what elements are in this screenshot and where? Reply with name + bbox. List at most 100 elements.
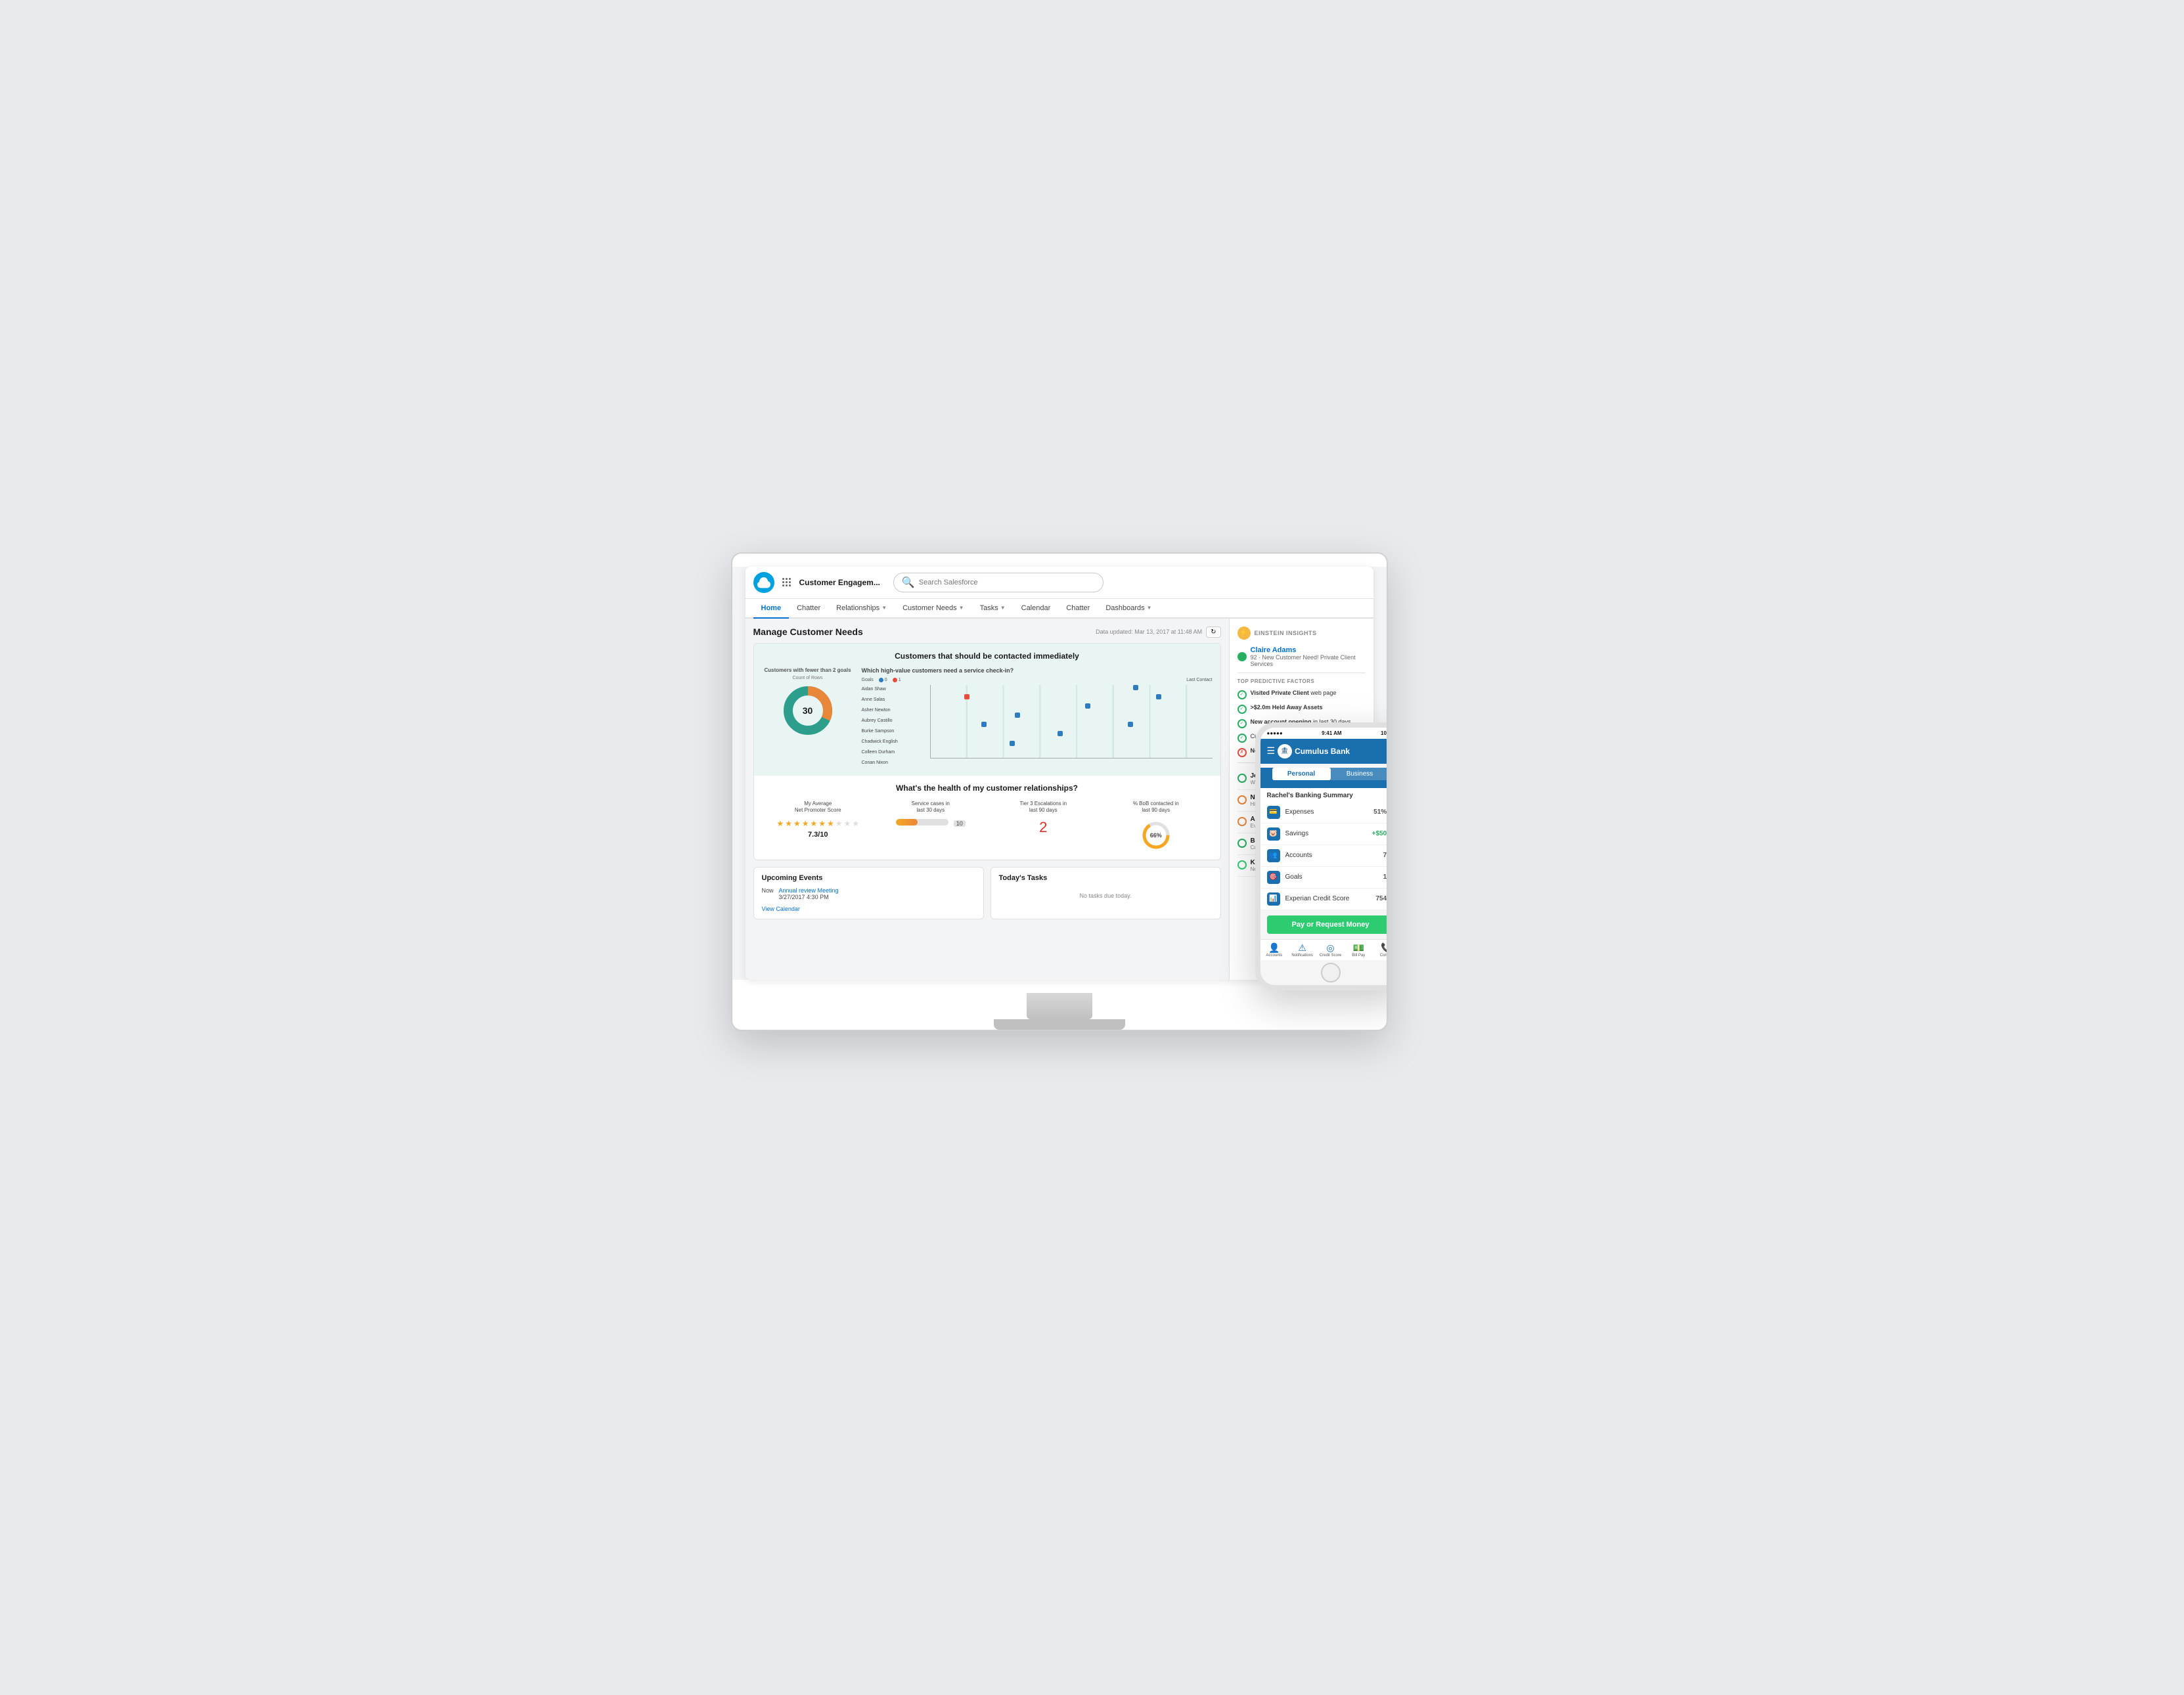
nps-value: 7.3/10 xyxy=(762,831,875,839)
scatter-name-6: Chadwick English xyxy=(862,737,927,747)
contact-nav-icon: 📞 xyxy=(1373,942,1388,954)
phone-nav-credit-score[interactable]: ◎ Credit Score xyxy=(1316,942,1345,958)
tasks-dropdown-arrow: ▼ xyxy=(1000,605,1006,611)
service-cases-value: 10 xyxy=(954,820,966,827)
expenses-label: Expenses xyxy=(1285,808,1369,816)
phone-row-credit[interactable]: 📊 Experian Credit Score 754 › xyxy=(1260,889,1388,910)
escalations-metric: Tier 3 Escalations in last 90 days 2 xyxy=(987,801,1100,837)
chart-card: Customers that should be contacted immed… xyxy=(753,643,1221,861)
einstein-name[interactable]: Claire Adams xyxy=(1251,646,1366,654)
phone-nav-contact[interactable]: 📞 Contact xyxy=(1373,942,1388,958)
phone-home-button[interactable] xyxy=(1321,963,1341,982)
phone-row-accounts[interactable]: 👥 Accounts 7 › xyxy=(1260,845,1388,867)
phone-header-left: ☰ 🏦 Cumulus Bank xyxy=(1267,744,1350,759)
search-box[interactable]: 🔍 xyxy=(893,573,1103,592)
sf-topbar: Customer Engagem... 🔍 xyxy=(746,567,1373,599)
notifications-nav-icon: ⚠ xyxy=(1288,942,1316,954)
scatter-name-5: Burke Sampson xyxy=(862,727,927,736)
refresh-button[interactable]: ↻ xyxy=(1206,627,1220,638)
relationships-dropdown-arrow: ▼ xyxy=(881,605,887,611)
legend-0: 0 xyxy=(885,678,887,682)
dot-6 xyxy=(1128,722,1133,727)
nav-tasks[interactable]: Tasks ▼ xyxy=(972,599,1014,619)
customer-check-4 xyxy=(1237,839,1247,848)
einstein-score-desc: 92 · New Customer Need! Private Client S… xyxy=(1251,654,1366,667)
mobile-phone: ●●●●● 9:41 AM 100% ☰ 🏦 Cumulus Bank ↻ Pe… xyxy=(1255,722,1388,990)
monitor: Customer Engagem... 🔍 Home Chatter Relat… xyxy=(731,552,1388,1031)
dot-4 xyxy=(1015,713,1020,718)
phone-row-expenses[interactable]: 💳 Expenses 51% › xyxy=(1260,802,1388,824)
nav-calendar[interactable]: Calendar xyxy=(1014,599,1059,619)
phone-summary-title: Rachel's Banking Summary xyxy=(1260,788,1388,802)
events-card: Upcoming Events Now Annual review Meetin… xyxy=(753,867,984,919)
phone-menu-icon[interactable]: ☰ xyxy=(1267,745,1276,757)
pred-icon-1 xyxy=(1237,690,1247,699)
chart-container: Customers that should be contacted immed… xyxy=(754,644,1220,776)
donut-section: Customers with fewer than 2 goals Count … xyxy=(762,667,854,737)
phone-refresh-icon[interactable]: ↻ xyxy=(1387,745,1388,757)
scatter-name-7: Colleen Durham xyxy=(862,748,927,757)
nav-home[interactable]: Home xyxy=(753,599,790,619)
accounts-icon: 👥 xyxy=(1267,849,1280,862)
phone-nav-accounts[interactable]: 👤 Accounts xyxy=(1260,942,1289,958)
view-calendar-link[interactable]: View Calendar xyxy=(762,906,975,912)
bob-label: % BoB contacted in last 90 days xyxy=(1100,801,1213,814)
service-cases-label: Service cases in last 30 days xyxy=(874,801,987,814)
pay-request-button[interactable]: Pay or Request Money xyxy=(1267,915,1388,934)
event-time: Now xyxy=(762,887,774,894)
savings-value: +$50 xyxy=(1372,830,1387,837)
star-3: ★ xyxy=(793,819,801,828)
bob-value: 66% xyxy=(1150,832,1162,839)
phone-row-savings[interactable]: 🐷 Savings +$50 › xyxy=(1260,824,1388,845)
dot-5 xyxy=(981,722,987,727)
nav-customer-needs[interactable]: Customer Needs ▼ xyxy=(895,599,971,619)
phone-row-goals[interactable]: 🎯 Goals 1 › xyxy=(1260,867,1388,889)
phone-nav-bill-pay[interactable]: 💵 Bill Pay xyxy=(1345,942,1373,958)
bob-metric: % BoB contacted in last 90 days xyxy=(1100,801,1213,852)
health-section: What's the health of my customer relatio… xyxy=(754,776,1220,860)
apps-grid[interactable] xyxy=(782,578,791,586)
nav-chatter2[interactable]: Chatter xyxy=(1058,599,1098,619)
dot-8 xyxy=(1010,741,1015,746)
main-header: Manage Customer Needs Data updated: Mar … xyxy=(753,627,1221,638)
event-name[interactable]: Annual review Meeting xyxy=(779,887,839,894)
phone-bank-icon: 🏦 xyxy=(1278,744,1292,759)
customer-check-5 xyxy=(1237,860,1247,870)
phone-toggle-business[interactable]: Business xyxy=(1331,768,1388,780)
sf-logo xyxy=(753,572,774,593)
accounts-value: 7 xyxy=(1383,852,1387,859)
star-5: ★ xyxy=(810,819,817,828)
monitor-stand xyxy=(1027,993,1092,1019)
phone-nav-notifications[interactable]: ⚠ Notifications xyxy=(1288,942,1316,958)
expenses-value: 51% xyxy=(1373,808,1387,816)
goals-label: Goals xyxy=(1285,873,1378,881)
phone-toggle-wrap: Personal Business xyxy=(1260,768,1388,788)
phone-signal: ●●●●● xyxy=(1267,730,1283,736)
scatter-name-1: Aidan Shaw xyxy=(862,685,927,694)
star-10: ★ xyxy=(852,819,859,828)
pred-icon-3 xyxy=(1237,719,1247,728)
nav-dashboards[interactable]: Dashboards ▼ xyxy=(1098,599,1159,619)
scene: Customer Engagem... 🔍 Home Chatter Relat… xyxy=(731,552,1454,1143)
nav-relationships[interactable]: Relationships ▼ xyxy=(828,599,895,619)
pred-item-2: >$2.0m Held Away Assets xyxy=(1237,704,1366,714)
credit-score-nav-icon: ◎ xyxy=(1316,942,1345,954)
star-1: ★ xyxy=(776,819,784,828)
search-input[interactable] xyxy=(919,579,1095,586)
phone-battery: 100% xyxy=(1381,730,1387,736)
phone-time: 9:41 AM xyxy=(1322,730,1341,736)
escalations-value: 2 xyxy=(987,819,1100,836)
dot-2 xyxy=(1156,694,1161,699)
savings-icon: 🐷 xyxy=(1267,827,1280,841)
legend-1: 1 xyxy=(899,678,901,682)
nav-chatter[interactable]: Chatter xyxy=(789,599,828,619)
service-cases-fill xyxy=(896,819,918,825)
pred-item-1: Visited Private Client web page xyxy=(1237,690,1366,699)
einstein-icon: ⚡ xyxy=(1237,627,1251,640)
scatter-name-4: Aubrey Castillo xyxy=(862,716,927,726)
event-date: 3/27/2017 4:30 PM xyxy=(779,894,839,900)
chart-title: Customers that should be contacted immed… xyxy=(762,651,1213,661)
phone-toggle-personal[interactable]: Personal xyxy=(1272,768,1331,780)
tasks-title: Today's Tasks xyxy=(999,874,1213,882)
credit-icon: 📊 xyxy=(1267,892,1280,906)
